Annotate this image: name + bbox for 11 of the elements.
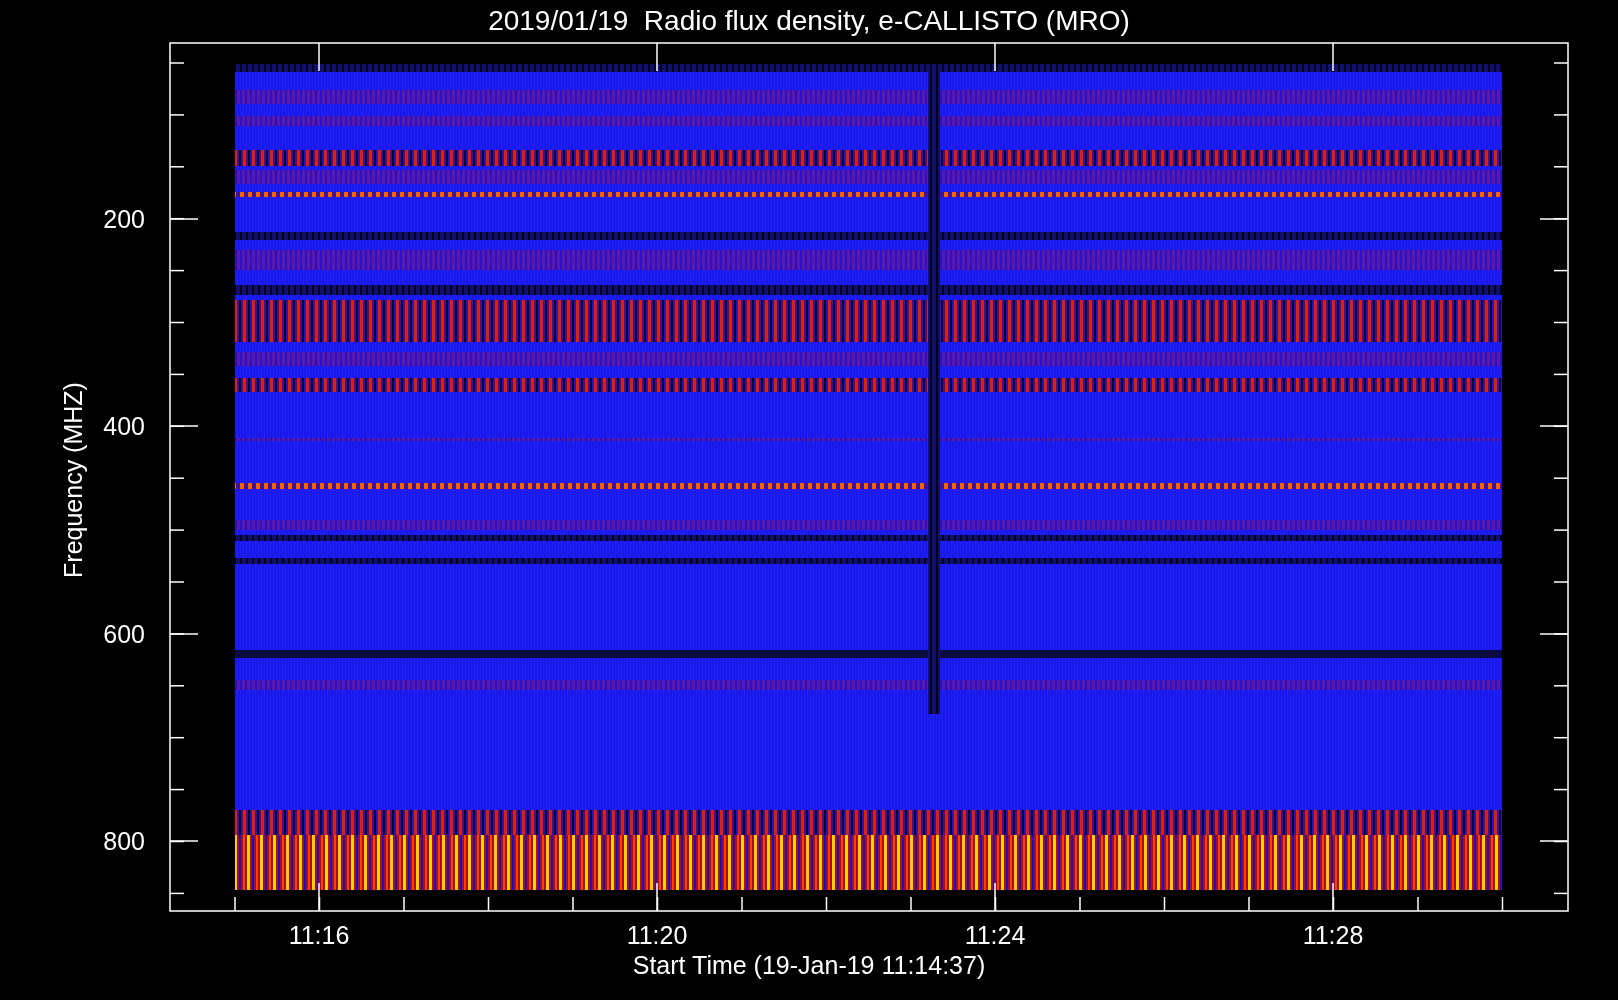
tick-label: 400	[103, 412, 145, 440]
axis-label: Frequency (MHZ)	[59, 382, 87, 578]
tick-label: 800	[103, 827, 145, 855]
tick-label: 200	[103, 205, 145, 233]
tick-label: 11:28	[1302, 921, 1364, 949]
chart-title: 2019/01/19 Radio flux density, e-CALLISTO (MRO)	[488, 5, 1130, 36]
axis-label: Start Time (19-Jan-19 11:14:37)	[632, 951, 986, 979]
tick-label: 11:24	[964, 921, 1026, 949]
tick-label: 600	[103, 620, 145, 648]
tick-label: 11:16	[288, 921, 350, 949]
tick-label: 11:20	[626, 921, 688, 949]
